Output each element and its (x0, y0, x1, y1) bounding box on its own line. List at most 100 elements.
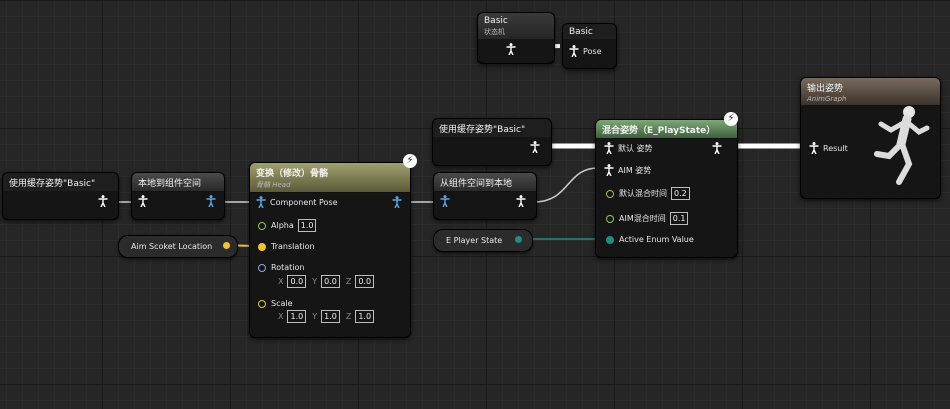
axis-z-label: Z (345, 312, 352, 321)
vector-pin-icon (258, 242, 266, 251)
vector-output-pin-icon[interactable] (223, 242, 230, 249)
aim-blend-time-pin[interactable]: AIM混合时间 0.1 (606, 212, 689, 225)
alpha-value-field[interactable]: 1.0 (297, 219, 317, 232)
pose-output-pin[interactable] (530, 141, 540, 154)
pose-pin-icon (809, 142, 819, 155)
node-title: 使用缓存姿势"Basic" (439, 125, 526, 135)
pose-pin-icon (604, 142, 614, 155)
pin-label: 默认混合时间 (619, 189, 667, 198)
rotation-y-field[interactable]: 0.0 (321, 275, 340, 288)
default-pose-pin[interactable]: 默认 姿势 (604, 142, 653, 155)
node-subtitle: 骨骼 Head (256, 181, 291, 189)
float-pin-icon (258, 221, 266, 230)
pose-input-pin[interactable] (138, 195, 148, 208)
node-title: 从组件空间到本地 (440, 179, 513, 189)
pin-label: Pose (583, 46, 602, 56)
pose-pin-icon (569, 45, 579, 58)
fast-path-icon: ⚡ (403, 154, 417, 168)
scale-x-field[interactable]: 1.0 (287, 310, 307, 323)
component-pose-pin-icon (440, 195, 450, 208)
translation-pin[interactable]: Translation (258, 242, 315, 251)
cached-pose-node-left[interactable]: 使用缓存姿势"Basic" (2, 172, 119, 220)
aim-socket-location-node[interactable]: Aim Scoket Location (118, 235, 238, 258)
pin-label: Active Enum Value (619, 235, 694, 244)
node-title: 使用缓存姿势"Basic" (9, 179, 96, 189)
axis-z-label: Z (345, 277, 352, 286)
rotation-pin[interactable]: Rotation (258, 263, 304, 272)
default-blend-time-pin[interactable]: 默认混合时间 0.2 (606, 187, 690, 200)
component-pose-pin-icon (392, 196, 402, 209)
node-title: 混合姿势（E_PlayState） (602, 126, 716, 136)
pose-output-pin[interactable] (506, 43, 516, 56)
scale-y-field[interactable]: 1.0 (321, 310, 340, 323)
node-subtitle: 状态机 (484, 28, 505, 36)
scale-z-field[interactable]: 1.0 (355, 310, 375, 323)
axis-y-label: Y (312, 277, 318, 286)
scale-pin[interactable]: Scale (258, 299, 293, 308)
cached-pose-node-mid[interactable]: 使用缓存姿势"Basic" (432, 118, 552, 166)
axis-x-label: X (278, 312, 284, 321)
pose-output-pin[interactable]: Pose (569, 45, 602, 58)
component-pose-pin-icon (206, 195, 216, 208)
output-pose-node[interactable]: 输出姿势 AnimGraph Result (800, 77, 941, 199)
result-pin[interactable]: Result (809, 142, 848, 155)
variable-label: Aim Scoket Location (131, 242, 213, 251)
node-title: Basic (484, 16, 508, 26)
local-to-component-node[interactable]: 本地到组件空间 (131, 172, 225, 220)
pose-pin-icon (138, 195, 148, 208)
pose-pin-icon (98, 195, 108, 208)
component-pose-output-pin[interactable] (206, 195, 216, 208)
pin-label: Scale (271, 299, 293, 308)
transform-bone-node[interactable]: 变换（修改）骨骼 骨骼 Head Component Pose Alpha 1.… (249, 162, 411, 338)
node-title: 变换（修改）骨骼 (256, 169, 329, 179)
basic-pose-node[interactable]: Basic Pose (562, 23, 617, 69)
aim-blend-time-field[interactable]: 0.1 (669, 212, 689, 225)
pose-pin-icon (712, 142, 722, 155)
vector-pin-icon (258, 299, 266, 308)
component-pose-input-pin[interactable] (440, 195, 450, 208)
float-pin-icon (606, 189, 614, 198)
rotation-x-field[interactable]: 0.0 (287, 275, 307, 288)
pose-output-pin[interactable] (516, 195, 526, 208)
node-title: 输出姿势 (807, 84, 844, 94)
alpha-pin[interactable]: Alpha 1.0 (258, 219, 317, 232)
pose-output-pin[interactable] (712, 142, 722, 155)
pose-pin-icon (530, 141, 540, 154)
component-pose-pin-icon (256, 196, 266, 209)
enum-output-pin-icon[interactable] (515, 236, 522, 243)
rotation-z-field[interactable]: 0.0 (355, 275, 375, 288)
node-title: Basic (569, 27, 593, 37)
axis-y-label: Y (312, 312, 318, 321)
aim-pose-pin[interactable]: AIM 姿势 (604, 164, 652, 177)
blend-pose-node[interactable]: 混合姿势（E_PlayState） 默认 姿势 AIM 姿势 默认混合时间 0.… (595, 119, 738, 258)
rotator-pin-icon (258, 263, 266, 272)
enum-pin-icon (606, 235, 614, 244)
pose-output-pin[interactable] (98, 195, 108, 208)
pin-label: Component Pose (270, 197, 338, 207)
pin-label: AIM混合时间 (619, 214, 666, 223)
pin-label: Translation (271, 242, 315, 251)
pose-pin-icon (506, 43, 516, 56)
active-enum-pin[interactable]: Active Enum Value (606, 235, 694, 244)
pose-pin-icon (604, 164, 614, 177)
running-mannequin-icon (874, 106, 930, 185)
node-title: 本地到组件空间 (138, 179, 202, 189)
component-pose-input-pin[interactable]: Component Pose (256, 196, 338, 209)
fast-path-icon: ⚡ (724, 112, 738, 126)
float-pin-icon (606, 214, 614, 223)
rotation-values: X 0.0 Y 0.0 Z 0.0 (272, 275, 375, 288)
axis-x-label: X (278, 277, 284, 286)
pin-label: Alpha (271, 221, 294, 230)
component-pose-output-pin[interactable] (392, 196, 402, 209)
state-machine-node[interactable]: Basic 状态机 (477, 12, 555, 64)
component-to-local-node[interactable]: 从组件空间到本地 (433, 172, 537, 220)
variable-label: E Player State (446, 236, 503, 245)
pin-label: Result (823, 143, 848, 153)
pose-pin-icon (516, 195, 526, 208)
default-blend-time-field[interactable]: 0.2 (671, 187, 690, 200)
player-state-node[interactable]: E Player State (433, 229, 533, 252)
wire-compspace-to-aim (533, 167, 599, 203)
pin-label: Rotation (271, 263, 305, 272)
pin-label: AIM 姿势 (618, 165, 652, 175)
scale-values: X 1.0 Y 1.0 Z 1.0 (272, 310, 375, 323)
